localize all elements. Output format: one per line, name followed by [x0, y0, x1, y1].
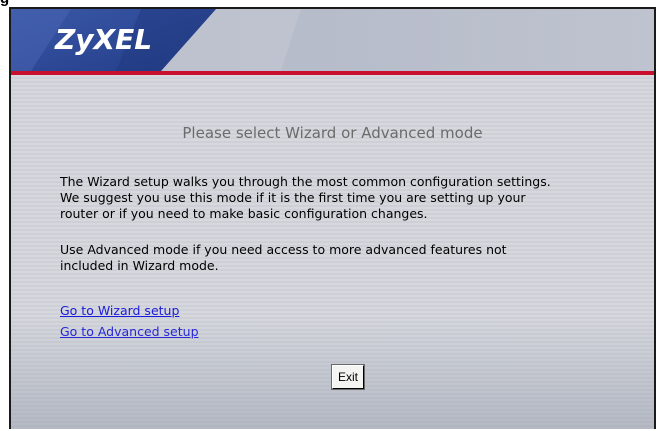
mode-selection-panel: Please select Wizard or Advanced mode Th… [11, 75, 654, 429]
advanced-description: Use Advanced mode if you need access to … [60, 242, 507, 273]
header-banner: ZyXEL [11, 9, 654, 71]
advanced-setup-link[interactable]: Go to Advanced setup [60, 324, 199, 339]
page-title: Please select Wizard or Advanced mode [182, 124, 483, 142]
exit-button[interactable]: Exit [331, 364, 365, 390]
router-config-window: ZyXEL Please select Wizard or Advanced m… [9, 7, 656, 429]
wizard-description: The Wizard setup walks you through the m… [60, 174, 551, 221]
wizard-setup-link[interactable]: Go to Wizard setup [60, 303, 179, 318]
zyxel-logo: ZyXEL [55, 23, 153, 56]
figure-caption-fragment: g [0, 0, 9, 6]
